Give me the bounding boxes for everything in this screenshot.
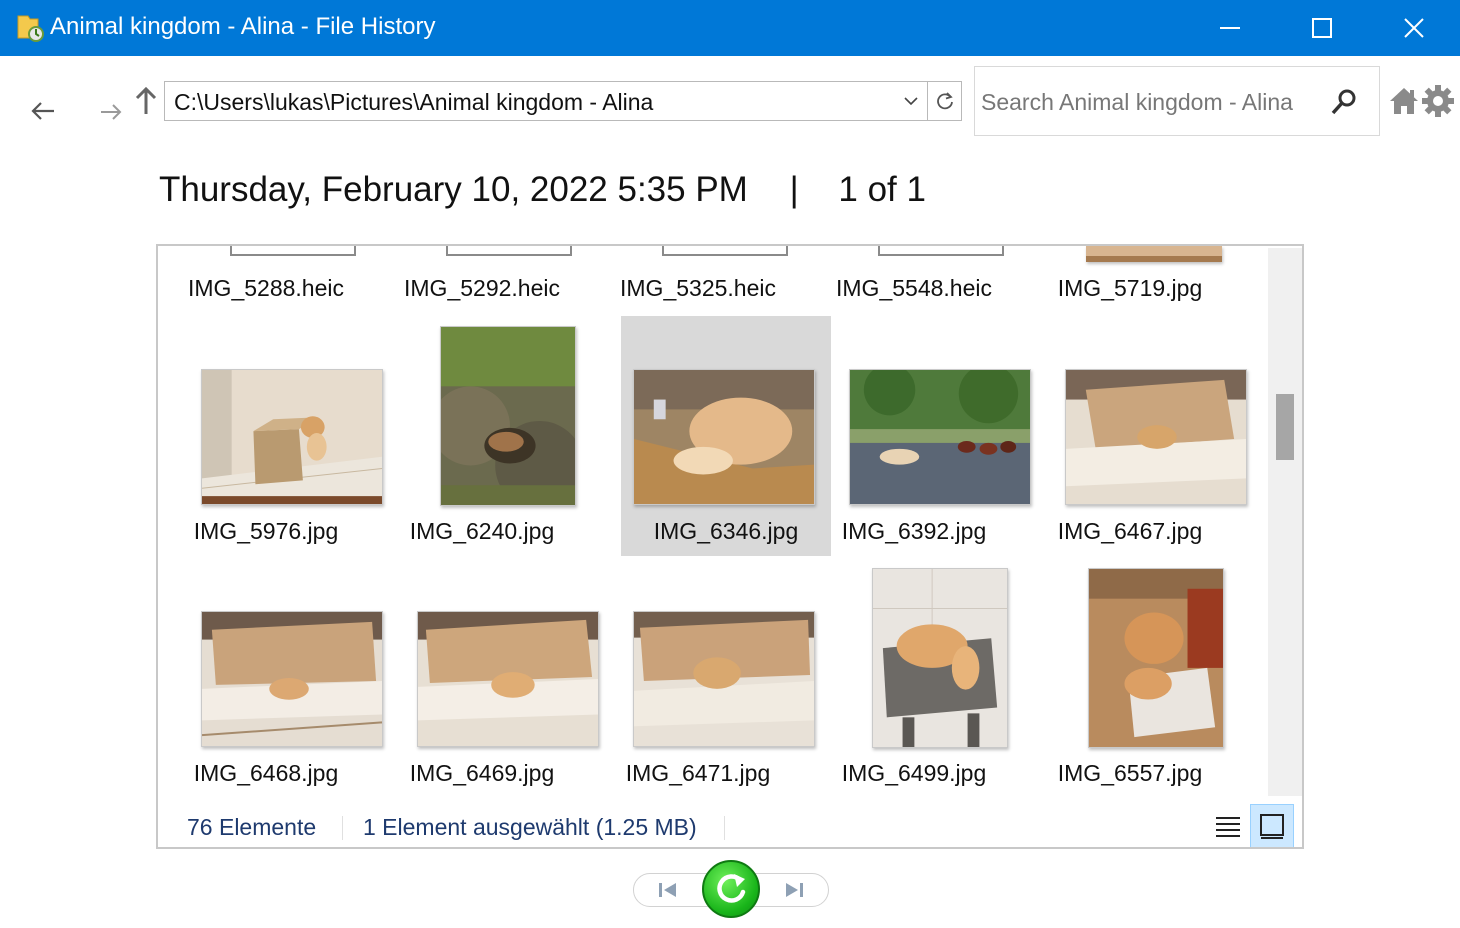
search-input[interactable]: Search Animal kingdom - Alina [981, 89, 1293, 116]
image-thumbnail [872, 568, 1008, 748]
settings-button[interactable] [1420, 84, 1456, 118]
address-bar[interactable]: C:\Users\lukas\Pictures\Animal kingdom -… [164, 81, 962, 121]
refresh-button[interactable] [927, 82, 961, 120]
file-name: IMG_5292.heic [404, 275, 560, 301]
minimize-button[interactable] [1184, 0, 1276, 56]
details-view-icon [1216, 817, 1240, 837]
file-item[interactable]: IMG_6557.jpg [1022, 558, 1232, 798]
search-box[interactable]: Search Animal kingdom - Alina [974, 66, 1380, 136]
maximize-icon [1312, 18, 1332, 38]
image-thumbnail [633, 369, 815, 505]
item-count: 76 Elemente [187, 814, 317, 840]
file-name: IMG_5719.jpg [1057, 275, 1203, 301]
chevron-down-icon [904, 97, 918, 106]
previous-version-button[interactable] [636, 874, 700, 906]
file-item[interactable]: IMG_5288.heic [158, 246, 368, 316]
file-name: IMG_6557.jpg [1057, 760, 1203, 786]
file-name: IMG_6392.jpg [841, 518, 987, 544]
file-name: IMG_6499.jpg [841, 760, 987, 786]
arrow-up-icon [135, 86, 157, 114]
window-title: Animal kingdom - Alina - File History [50, 13, 436, 40]
close-icon [1404, 18, 1424, 38]
file-item[interactable]: IMG_6471.jpg [590, 558, 815, 798]
vertical-scrollbar[interactable] [1268, 248, 1302, 796]
address-path[interactable]: C:\Users\lukas\Pictures\Animal kingdom -… [174, 89, 653, 116]
file-item[interactable]: IMG_6499.jpg [806, 558, 1016, 798]
scrollbar-thumb[interactable] [1276, 394, 1294, 460]
file-name: IMG_6240.jpg [409, 518, 555, 544]
image-thumbnail [417, 611, 599, 747]
image-thumbnail [440, 326, 576, 506]
back-button[interactable] [24, 94, 62, 128]
selection-info: 1 Element ausgewählt (1.25 MB) [363, 814, 697, 840]
file-item[interactable]: IMG_5325.heic [590, 246, 800, 316]
backup-date: Thursday, February 10, 2022 5:35 PM [159, 170, 748, 209]
file-name: IMG_6467.jpg [1057, 518, 1203, 544]
close-button[interactable] [1368, 0, 1460, 56]
image-thumbnail [201, 369, 383, 505]
restore-button[interactable] [702, 860, 760, 918]
file-history-app-icon [16, 12, 44, 42]
image-thumbnail [849, 369, 1031, 505]
status-bar: 76 Elemente 1 Element ausgewählt (1.25 M… [158, 802, 1302, 847]
file-name: IMG_6469.jpg [409, 760, 555, 786]
file-name: IMG_6471.jpg [625, 760, 771, 786]
file-name: IMG_6468.jpg [193, 760, 339, 786]
file-item[interactable]: IMG_6467.jpg [1022, 316, 1247, 556]
file-name: IMG_5288.heic [188, 275, 344, 301]
gear-icon [1422, 85, 1454, 117]
file-grid: IMG_5288.heic IMG_5292.heic IMG_5325.hei… [158, 246, 1268, 796]
arrow-right-icon [101, 104, 122, 120]
file-name: IMG_5325.heic [620, 275, 776, 301]
file-name: IMG_5548.heic [836, 275, 992, 301]
address-dropdown-button[interactable] [895, 82, 927, 120]
previous-version-icon [659, 883, 676, 897]
home-icon [1390, 88, 1418, 114]
file-view-panel: IMG_5288.heic IMG_5292.heic IMG_5325.hei… [156, 244, 1304, 849]
file-item[interactable]: IMG_5548.heic [806, 246, 1016, 316]
file-name: IMG_5976.jpg [193, 518, 339, 544]
file-item[interactable]: IMG_5976.jpg [158, 316, 383, 556]
file-item[interactable]: IMG_5292.heic [374, 246, 584, 316]
forward-button[interactable] [94, 96, 128, 128]
file-item[interactable]: IMG_6469.jpg [374, 558, 599, 798]
minimize-icon [1220, 27, 1240, 29]
file-item[interactable]: IMG_6392.jpg [806, 316, 1031, 556]
arrow-left-icon [31, 102, 54, 120]
file-item[interactable]: IMG_5719.jpg [1022, 246, 1232, 316]
search-icon[interactable] [1329, 87, 1359, 117]
maximize-button[interactable] [1276, 0, 1368, 56]
refresh-icon [936, 92, 953, 110]
up-button[interactable] [132, 84, 160, 118]
file-item[interactable]: IMG_6468.jpg [158, 558, 383, 798]
status-divider [342, 816, 343, 840]
details-view-button[interactable] [1206, 804, 1250, 847]
restore-icon [717, 874, 746, 903]
next-version-icon [786, 883, 803, 897]
next-version-button[interactable] [762, 874, 826, 906]
image-thumbnail [1088, 568, 1224, 748]
home-button[interactable] [1388, 84, 1420, 118]
image-thumbnail [1065, 369, 1247, 505]
version-position: 1 of 1 [838, 170, 926, 209]
title-bar: Animal kingdom - Alina - File History [0, 0, 1460, 56]
backup-date-header: Thursday, February 10, 2022 5:35 PM | 1 … [159, 170, 926, 210]
file-item[interactable]: IMG_6240.jpg [374, 316, 584, 556]
image-thumbnail [201, 611, 383, 747]
file-name: IMG_6346.jpg [653, 518, 799, 544]
header-separator: | [789, 170, 799, 209]
large-icons-view-button[interactable] [1250, 804, 1294, 847]
large-icons-view-icon [1260, 814, 1284, 839]
status-divider [724, 816, 725, 840]
file-item-selected[interactable]: IMG_6346.jpg [621, 316, 831, 556]
image-thumbnail [633, 611, 815, 747]
